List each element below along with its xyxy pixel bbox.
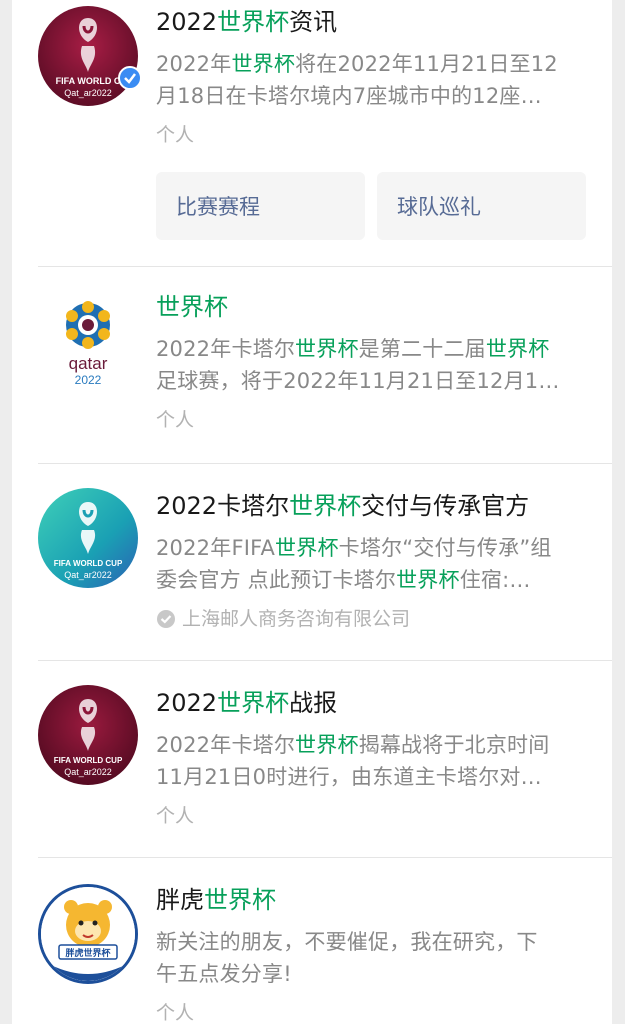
avatar-text-bottom: Qat_ar2022 (64, 570, 112, 580)
title-highlight: 世界杯 (204, 886, 276, 914)
description-text: 11月21日0时进行，由东道主卡塔尔对… (156, 765, 542, 789)
account-title: 胖虎世界杯 (156, 884, 588, 916)
description-line: 2022年卡塔尔世界杯揭幕战将于北京时间 (156, 729, 588, 761)
account-title: 2022世界杯战报 (156, 687, 588, 719)
description-line: 2022年FIFA世界杯卡塔尔“交付与传承”组 (156, 532, 588, 564)
account-result-1[interactable]: FIFA WORLD C Qat_ar2022 2022世界杯资讯 2022年世… (12, 0, 612, 267)
service-button-schedule[interactable]: 比赛赛程 (156, 172, 365, 240)
title-part: 战报 (289, 689, 338, 717)
description-line: 委会官方 点此预订卡塔尔世界杯住宿:… (156, 564, 588, 596)
account-title: 2022卡塔尔世界杯交付与传承官方 (156, 490, 588, 522)
keyword-highlight: 世界杯 (396, 568, 460, 592)
avatar-text-top: FIFA WORLD CUP (54, 559, 123, 568)
description-text: 卡塔尔“交付与传承”组 (338, 536, 552, 560)
title-highlight: 世界杯 (289, 492, 362, 520)
description-text: 足球赛，将于2022年11月21日至12月1… (156, 369, 560, 393)
account-avatar[interactable]: 胖虎世界杯 (38, 884, 138, 984)
account-avatar[interactable]: FIFA WORLD CUP Qat_ar2022 (38, 488, 138, 588)
account-avatar[interactable]: FIFA WORLD C Qat_ar2022 (38, 6, 138, 106)
title-part: 2022 (156, 8, 218, 36)
account-result-4[interactable]: FIFA WORLD CUP Qat_ar2022 2022世界杯战报 2022… (12, 661, 612, 858)
keyword-highlight: 世界杯 (295, 337, 359, 361)
description-line: 2022年卡塔尔世界杯是第二十二届世界杯 (156, 333, 588, 365)
avatar-text: 胖虎世界杯 (64, 947, 111, 959)
title-part: 资讯 (289, 8, 338, 36)
account-description: 2022年世界杯将在2022年11月21日至12 月18日在卡塔尔境内7座城市中的… (156, 48, 588, 112)
description-text: 委会官方 点此预订卡塔尔 (156, 568, 397, 592)
avatar-text-bottom: 2022 (75, 373, 102, 387)
fifa-wc-logo-icon: FIFA WORLD CUP Qat_ar2022 (38, 488, 138, 588)
account-description: 新关注的朋友，不要催促，我在研究，下 午五点发分享! (156, 926, 588, 990)
description-text: 新关注的朋友，不要催促，我在研究，下 (156, 930, 538, 954)
account-description: 2022年FIFA世界杯卡塔尔“交付与传承”组 委会官方 点此预订卡塔尔世界杯住宿… (156, 532, 588, 596)
avatar-text-bottom: Qat_ar2022 (64, 767, 112, 777)
title-part: 2022 (156, 689, 218, 717)
title-part: 2022卡塔尔 (156, 492, 290, 520)
account-type: 个人 (156, 124, 195, 146)
cartoon-tiger-icon: 胖虎世界杯 (41, 887, 135, 981)
keyword-highlight: 世界杯 (295, 733, 359, 757)
avatar-text-top: qatar (69, 354, 108, 373)
description-text: 2022年FIFA (156, 536, 276, 560)
description-line: 新关注的朋友，不要催促，我在研究，下 (156, 926, 588, 958)
account-result-2[interactable]: qatar 2022 世界杯 2022年卡塔尔世界杯是第二十二届世界杯 足球赛，将… (12, 267, 612, 464)
description-text: 将在2022年11月21日至12 (295, 52, 558, 76)
avatar-text-top: FIFA WORLD CUP (54, 756, 123, 765)
service-button-teams[interactable]: 球队巡礼 (377, 172, 586, 240)
avatar-text-top: FIFA WORLD C (56, 76, 121, 86)
verified-badge-icon (118, 66, 142, 90)
title-part: 交付与传承官方 (361, 492, 530, 520)
account-type: 个人 (156, 409, 195, 431)
account-description: 2022年卡塔尔世界杯是第二十二届世界杯 足球赛，将于2022年11月21日至12… (156, 333, 588, 397)
keyword-highlight: 世界杯 (485, 337, 550, 361)
description-text: 揭幕战将于北京时间 (358, 733, 550, 757)
keyword-highlight: 世界杯 (275, 536, 339, 560)
description-text: 月18日在卡塔尔境内7座城市中的12座… (156, 84, 542, 108)
title-highlight: 世界杯 (217, 689, 290, 717)
title-highlight: 世界杯 (217, 8, 290, 36)
account-type: 个人 (156, 1002, 195, 1024)
title-part: 胖虎 (156, 886, 204, 914)
account-avatar[interactable]: qatar 2022 (38, 289, 138, 389)
avatar-text-bottom: Qat_ar2022 (64, 88, 112, 98)
account-description: 2022年卡塔尔世界杯揭幕战将于北京时间 11月21日0时进行，由东道主卡塔尔对… (156, 729, 588, 793)
fifa-wc-logo-icon: FIFA WORLD C Qat_ar2022 (38, 6, 138, 106)
description-line: 月18日在卡塔尔境内7座城市中的12座… (156, 80, 588, 112)
account-result-5[interactable]: 胖虎世界杯 胖虎世界杯 新关注的朋友，不要催促，我在研究，下 午五点发分享! 个人 (12, 858, 612, 1024)
description-text: 2022年卡塔尔 (156, 733, 296, 757)
keyword-highlight: 世界杯 (231, 52, 296, 76)
account-title: 世界杯 (156, 291, 588, 323)
account-type: 个人 (156, 805, 195, 827)
search-results-card: FIFA WORLD C Qat_ar2022 2022世界杯资讯 2022年世… (12, 0, 612, 1024)
description-text: 2022年 (156, 52, 232, 76)
description-text: 午五点发分享! (156, 962, 292, 986)
account-avatar[interactable]: FIFA WORLD CUP Qat_ar2022 (38, 685, 138, 785)
certified-check-icon (157, 610, 175, 628)
account-title: 2022世界杯资讯 (156, 6, 588, 38)
description-text: 是第二十二届 (358, 337, 486, 361)
description-line: 午五点发分享! (156, 958, 588, 990)
account-certification: 上海邮人商务咨询有限公司 (156, 606, 588, 632)
description-line: 2022年世界杯将在2022年11月21日至12 (156, 48, 588, 80)
qatar-2022-logo-icon: qatar 2022 (38, 289, 138, 389)
description-line: 11月21日0时进行，由东道主卡塔尔对… (156, 761, 588, 793)
fifa-wc-logo-icon: FIFA WORLD CUP Qat_ar2022 (38, 685, 138, 785)
service-menu: 比赛赛程 球队巡礼 (156, 172, 586, 240)
company-name: 上海邮人商务咨询有限公司 (182, 608, 411, 630)
description-text: 住宿:… (459, 568, 531, 592)
account-result-3[interactable]: FIFA WORLD CUP Qat_ar2022 2022卡塔尔世界杯交付与传… (12, 464, 612, 661)
description-line: 足球赛，将于2022年11月21日至12月1… (156, 365, 588, 397)
title-highlight: 世界杯 (156, 293, 228, 321)
description-text: 2022年卡塔尔 (156, 337, 296, 361)
